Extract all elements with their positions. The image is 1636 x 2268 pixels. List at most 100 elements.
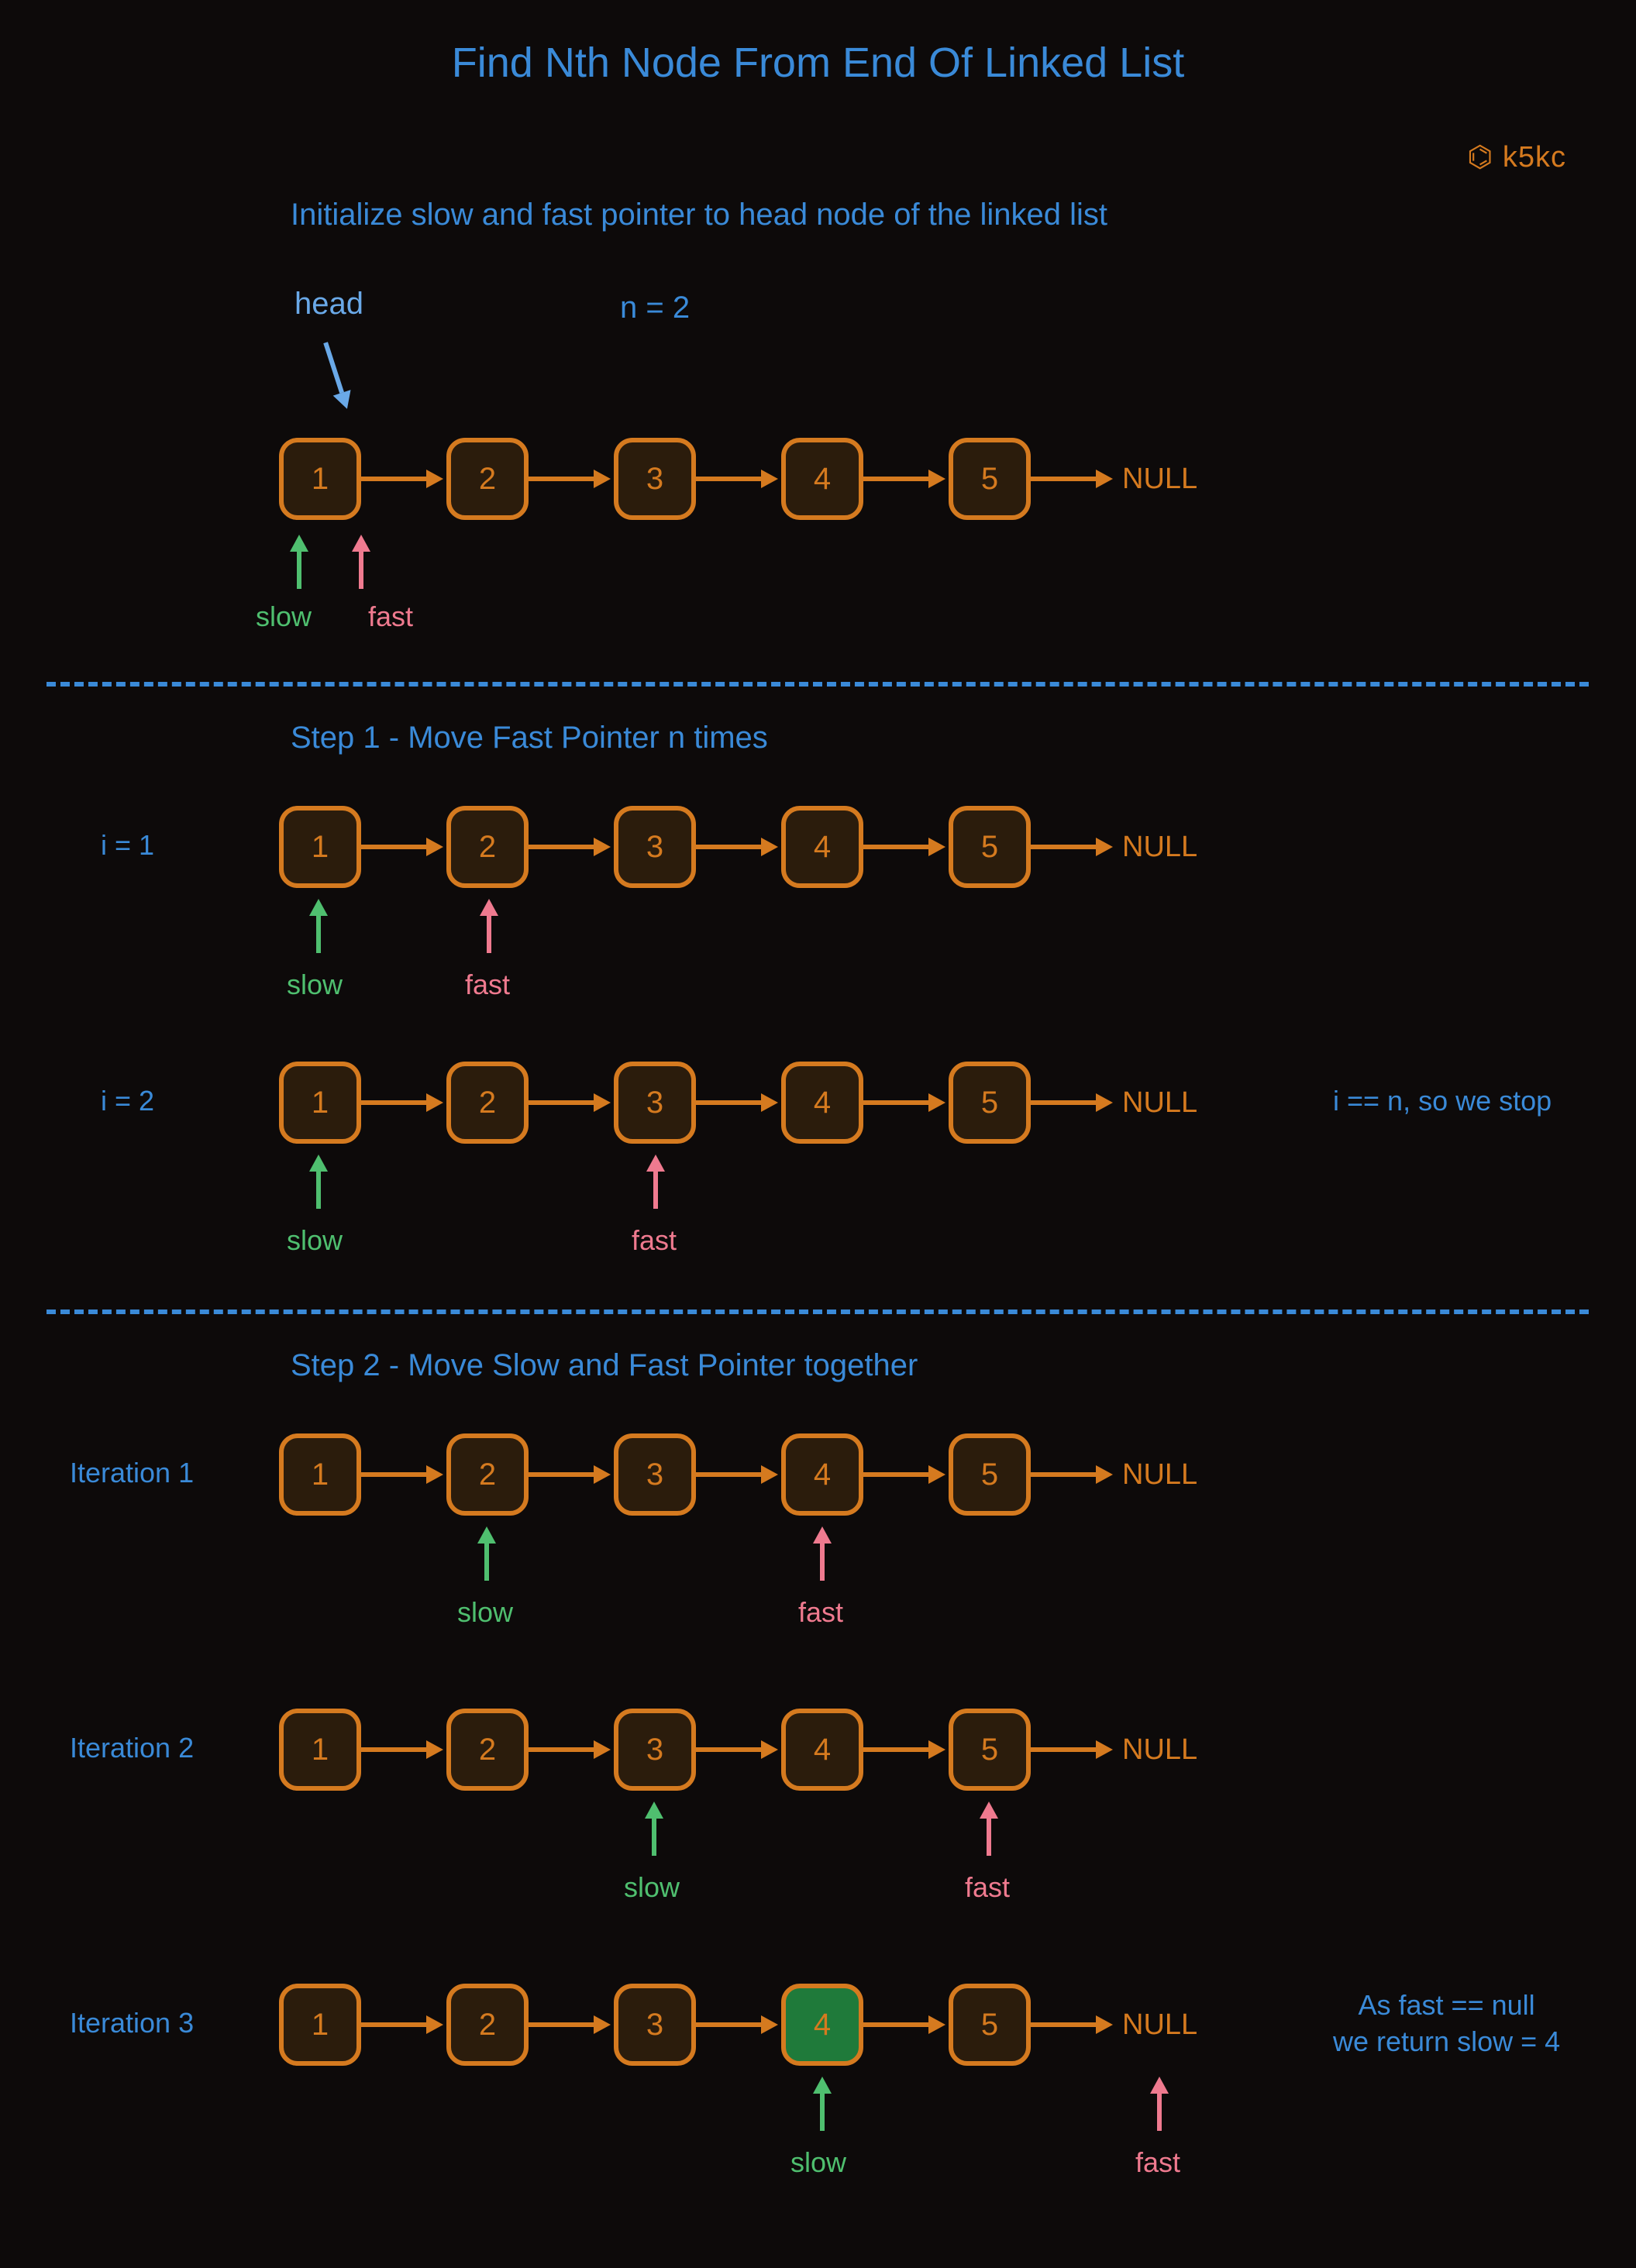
slow-arrow-icon bbox=[314, 899, 323, 953]
arrow-icon bbox=[696, 1098, 781, 1107]
arrow-icon bbox=[361, 1470, 446, 1479]
fast-label: fast bbox=[465, 969, 510, 1001]
node: 4 bbox=[781, 1433, 863, 1516]
step2-title: Step 2 - Move Slow and Fast Pointer toge… bbox=[291, 1348, 918, 1383]
node: 1 bbox=[279, 1709, 361, 1791]
head-label: head bbox=[294, 287, 363, 322]
slow-label: slow bbox=[624, 1871, 680, 1904]
final-note: As fast == null we return slow = 4 bbox=[1333, 1988, 1560, 2060]
null-label: NULL bbox=[1122, 2008, 1197, 2042]
null-label: NULL bbox=[1122, 1458, 1197, 1492]
i2-label: i = 2 bbox=[101, 1085, 154, 1117]
arrow-icon bbox=[529, 1098, 614, 1107]
it3-label: Iteration 3 bbox=[70, 2007, 194, 2039]
null-label: NULL bbox=[1122, 831, 1197, 864]
node: 2 bbox=[446, 1709, 529, 1791]
node: 1 bbox=[279, 806, 361, 888]
linked-list-row-i1: 1 2 3 4 5 NULL bbox=[279, 806, 1197, 888]
node: 2 bbox=[446, 1062, 529, 1144]
divider bbox=[46, 682, 1589, 687]
it1-label: Iteration 1 bbox=[70, 1457, 194, 1489]
slow-arrow-icon bbox=[649, 1802, 659, 1856]
node: 1 bbox=[279, 1984, 361, 2066]
arrow-icon bbox=[1031, 842, 1116, 852]
diagram-title: Find Nth Node From End Of Linked List bbox=[0, 39, 1636, 87]
watermark: ⌬ k5kc bbox=[1467, 139, 1566, 174]
node: 5 bbox=[949, 806, 1031, 888]
slow-arrow-icon bbox=[314, 1155, 323, 1209]
fast-label: fast bbox=[798, 1596, 843, 1629]
arrow-icon bbox=[529, 2020, 614, 2029]
arrow-icon bbox=[529, 842, 614, 852]
node: 3 bbox=[614, 1984, 696, 2066]
arrow-icon bbox=[529, 474, 614, 484]
fast-arrow-icon bbox=[651, 1155, 660, 1209]
arrow-icon bbox=[1031, 1470, 1116, 1479]
arrow-icon bbox=[696, 842, 781, 852]
it2-label: Iteration 2 bbox=[70, 1732, 194, 1764]
linked-list-row-it2: 1 2 3 4 5 NULL bbox=[279, 1709, 1197, 1791]
arrow-icon bbox=[529, 1745, 614, 1754]
slow-label: slow bbox=[790, 2146, 846, 2179]
slow-arrow-icon bbox=[294, 535, 304, 589]
node: 3 bbox=[614, 806, 696, 888]
node: 3 bbox=[614, 1433, 696, 1516]
head-arrow-icon bbox=[321, 341, 351, 410]
fast-label: fast bbox=[1135, 2146, 1180, 2179]
linked-list-row-intro: 1 2 3 4 5 NULL bbox=[279, 438, 1197, 520]
arrow-icon bbox=[696, 474, 781, 484]
slow-label: slow bbox=[287, 1224, 343, 1257]
fast-label: fast bbox=[965, 1871, 1010, 1904]
arrow-icon bbox=[1031, 1098, 1116, 1107]
node: 1 bbox=[279, 1433, 361, 1516]
fast-arrow-icon bbox=[984, 1802, 994, 1856]
slow-arrow-icon bbox=[482, 1526, 491, 1581]
node: 3 bbox=[614, 438, 696, 520]
arrow-icon bbox=[863, 2020, 949, 2029]
fast-arrow-icon bbox=[356, 535, 366, 589]
arrow-icon bbox=[529, 1470, 614, 1479]
node-highlighted: 4 bbox=[781, 1984, 863, 2066]
arrow-icon bbox=[696, 1470, 781, 1479]
slow-arrow-icon bbox=[818, 2077, 827, 2131]
null-label: NULL bbox=[1122, 1086, 1197, 1120]
linked-list-row-i2: 1 2 3 4 5 NULL bbox=[279, 1062, 1197, 1144]
node: 5 bbox=[949, 1433, 1031, 1516]
null-label: NULL bbox=[1122, 1733, 1197, 1767]
final-note-line1: As fast == null bbox=[1333, 1988, 1560, 2024]
node: 5 bbox=[949, 1062, 1031, 1144]
node: 4 bbox=[781, 1709, 863, 1791]
slow-label: slow bbox=[256, 601, 312, 633]
fast-arrow-icon bbox=[484, 899, 494, 953]
arrow-icon bbox=[696, 1745, 781, 1754]
arrow-icon bbox=[361, 2020, 446, 2029]
fast-label: fast bbox=[632, 1224, 677, 1257]
node: 2 bbox=[446, 438, 529, 520]
node: 3 bbox=[614, 1709, 696, 1791]
divider bbox=[46, 1310, 1589, 1314]
node: 4 bbox=[781, 438, 863, 520]
node: 4 bbox=[781, 1062, 863, 1144]
i1-label: i = 1 bbox=[101, 829, 154, 862]
null-label: NULL bbox=[1122, 463, 1197, 496]
node: 5 bbox=[949, 1709, 1031, 1791]
final-note-line2: we return slow = 4 bbox=[1333, 2024, 1560, 2060]
linked-list-row-it3: 1 2 3 4 5 NULL bbox=[279, 1984, 1197, 2066]
arrow-icon bbox=[696, 2020, 781, 2029]
fast-label: fast bbox=[368, 601, 413, 633]
arrow-icon bbox=[863, 1745, 949, 1754]
slow-label: slow bbox=[457, 1596, 513, 1629]
node: 3 bbox=[614, 1062, 696, 1144]
node: 2 bbox=[446, 1433, 529, 1516]
step1-title: Step 1 - Move Fast Pointer n times bbox=[291, 721, 768, 755]
node: 4 bbox=[781, 806, 863, 888]
node: 1 bbox=[279, 438, 361, 520]
intro-text: Initialize slow and fast pointer to head… bbox=[291, 198, 1107, 232]
arrow-icon bbox=[863, 474, 949, 484]
arrow-icon bbox=[361, 474, 446, 484]
arrow-icon bbox=[361, 1745, 446, 1754]
arrow-icon bbox=[361, 842, 446, 852]
node: 2 bbox=[446, 1984, 529, 2066]
fast-arrow-icon bbox=[818, 1526, 827, 1581]
linked-list-row-it1: 1 2 3 4 5 NULL bbox=[279, 1433, 1197, 1516]
